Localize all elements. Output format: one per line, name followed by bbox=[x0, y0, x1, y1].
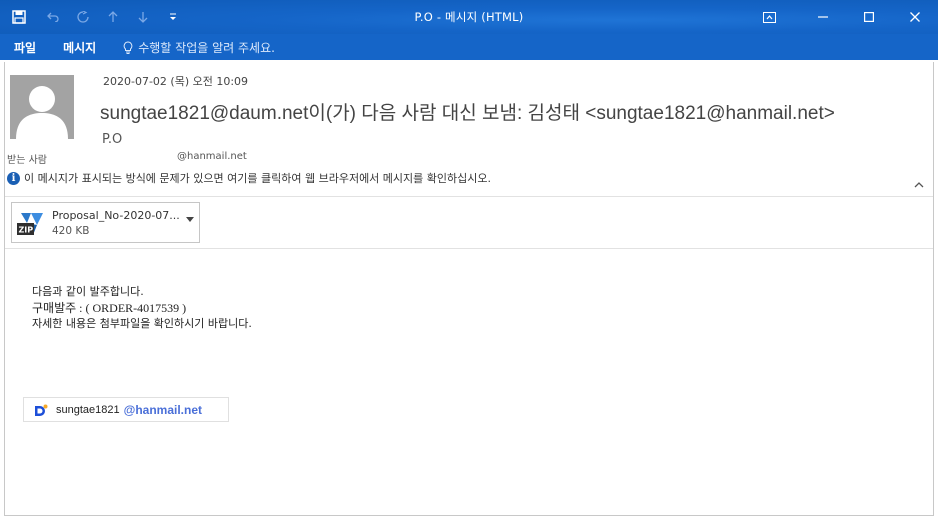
ribbon-display-options-icon[interactable] bbox=[738, 0, 800, 34]
message-body: 다음과 같이 발주합니다. 구매발주 : ( ORDER-4017539 ) 자… bbox=[32, 284, 252, 332]
chevron-down-icon[interactable] bbox=[186, 215, 194, 224]
window-controls bbox=[738, 0, 938, 34]
zip-file-icon: ZIP bbox=[17, 211, 45, 237]
attachment-divider bbox=[5, 248, 933, 249]
signature-name: sungtae1821 bbox=[56, 403, 120, 416]
to-label: 받는 사람 bbox=[7, 155, 47, 166]
body-line-2: 구매발주 : ( ORDER-4017539 ) bbox=[32, 301, 187, 315]
message-subject: P.O bbox=[102, 132, 123, 147]
tell-me-text: 수행할 작업을 알려 주세요. bbox=[138, 40, 275, 55]
menu-message[interactable]: 메시지 bbox=[63, 39, 96, 56]
signature-domain[interactable]: @hanmail.net bbox=[124, 403, 202, 417]
zip-badge-text: ZIP bbox=[19, 226, 34, 235]
menu-file[interactable]: 파일 bbox=[14, 39, 36, 56]
recipient-row: 받는 사람 @hanmail.net bbox=[7, 151, 247, 166]
minimize-icon[interactable] bbox=[800, 0, 846, 34]
maximize-icon[interactable] bbox=[846, 0, 892, 34]
daum-logo-icon bbox=[34, 403, 48, 417]
attachment-chip[interactable]: ZIP Proposal_No-2020-07... 420 KB bbox=[11, 202, 200, 243]
attachment-name: Proposal_No-2020-07... bbox=[52, 209, 180, 222]
lightbulb-icon bbox=[123, 40, 133, 54]
info-bar[interactable]: i 이 메시지가 표시되는 방식에 문제가 있으면 여기를 클릭하여 웹 브라우… bbox=[7, 170, 491, 186]
body-line-3: 자세한 내용은 첨부파일을 확인하시기 바랍니다. bbox=[32, 317, 252, 330]
message-pane: 2020-07-02 (목) 오전 10:09 sungtae1821@daum… bbox=[4, 62, 934, 516]
close-icon[interactable] bbox=[892, 0, 938, 34]
menu-bar: 파일 메시지 수행할 작업을 알려 주세요. bbox=[0, 34, 938, 60]
body-line-1: 다음과 같이 발주합니다. bbox=[32, 285, 144, 298]
info-bar-text: 이 메시지가 표시되는 방식에 문제가 있으면 여기를 클릭하여 웹 브라우저에… bbox=[24, 172, 491, 185]
title-bar: P.O - 메시지 (HTML) bbox=[0, 0, 938, 34]
tell-me-box[interactable]: 수행할 작업을 알려 주세요. bbox=[123, 39, 275, 56]
attachment-size: 420 KB bbox=[52, 225, 90, 237]
avatar bbox=[10, 75, 74, 139]
message-date: 2020-07-02 (목) 오전 10:09 bbox=[103, 75, 249, 88]
info-icon: i bbox=[7, 171, 20, 185]
collapse-header-icon[interactable] bbox=[914, 178, 924, 191]
message-sender[interactable]: sungtae1821@daum.net이(가) 다음 사람 대신 보냄: 김성… bbox=[100, 98, 835, 125]
header-divider bbox=[5, 196, 933, 197]
to-value[interactable]: @hanmail.net bbox=[177, 151, 247, 162]
signature-card[interactable]: sungtae1821 @hanmail.net bbox=[23, 397, 229, 422]
